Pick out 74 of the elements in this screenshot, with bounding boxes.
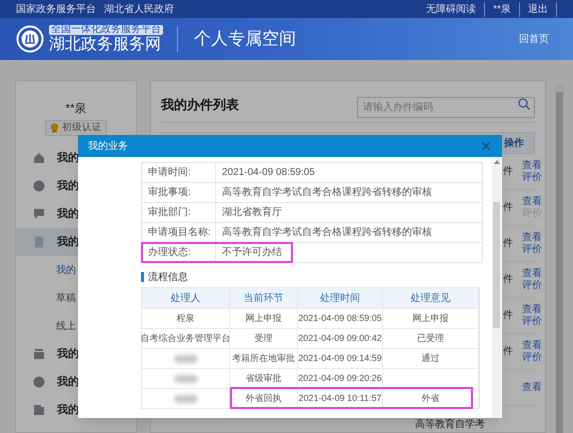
top-link[interactable]: 国家政务服务平台	[16, 2, 96, 16]
table-cell-text: 件	[503, 345, 513, 359]
top-link[interactable]: 退出	[528, 2, 557, 16]
field-label: 申请时间:	[142, 163, 216, 182]
modal-title: 我的业务	[88, 140, 128, 154]
table-cell: 已受理	[383, 329, 479, 348]
action-link[interactable]: 评价	[522, 244, 542, 256]
field-label: 审批部门:	[142, 203, 216, 222]
table-cell-text: 件	[503, 237, 513, 251]
scrollbar[interactable]	[555, 84, 564, 433]
action-link[interactable]: 查看	[522, 304, 542, 316]
column-header: 当前环节	[230, 288, 298, 308]
table-cell: 2021-04-09 09:14:59	[298, 349, 383, 368]
table-cell: 2021-04-09 08:59:05	[298, 309, 383, 328]
table-cell: 省级审批	[230, 369, 298, 388]
table-cell-text: 件	[503, 273, 513, 287]
table-cell: 网上申报	[230, 309, 298, 328]
section-heading: 流程信息	[148, 270, 188, 284]
list-title: 我的办件列表	[161, 96, 239, 114]
action-link[interactable]: 查看	[522, 340, 542, 352]
column-header: 处理时间	[298, 288, 383, 308]
field-value: 2021-04-09 08:59:05	[221, 166, 315, 180]
action-link[interactable]: 评价	[522, 172, 542, 184]
table-cell: 2021-04-09 09:20:26	[298, 369, 383, 388]
action-link[interactable]: 查看	[522, 232, 542, 244]
column-header: 处理意见	[383, 288, 479, 308]
action-link[interactable]: 查看	[522, 196, 542, 208]
search-field[interactable]: 请输入办件编码	[357, 97, 535, 118]
column-header: 处理人	[142, 288, 230, 308]
field-label: 申请项目名称:	[142, 223, 216, 242]
action-link[interactable]: 查看	[522, 160, 542, 172]
house-icon	[33, 152, 45, 164]
section-title: 个人专属空间	[194, 28, 296, 50]
user-name: **泉	[64, 100, 88, 117]
table-cell: 程泉	[142, 309, 230, 328]
table-cell-text: 件	[503, 309, 513, 323]
top-link[interactable]: 湖北省人民政府	[104, 2, 174, 16]
site-name: 湖北政务服务网	[49, 37, 162, 53]
action-link[interactable]: 查看	[522, 382, 542, 394]
field-label: 办理状态:	[142, 243, 216, 262]
field-value: 湖北省教育厅	[221, 206, 282, 220]
platform-tag: 全国一体化政务服务平台	[49, 25, 163, 35]
search-icon[interactable]	[518, 98, 530, 110]
table-cell: 自考综合业务管理平台	[142, 329, 230, 348]
table-cell: 通过	[383, 349, 479, 368]
table-cell: 2021-04-09 09:00:42	[298, 329, 383, 348]
scroll-up-icon[interactable]	[494, 160, 500, 164]
table-cell-text: 高等教育自学考	[415, 418, 485, 432]
table-cell: 考籍所在地审批	[230, 349, 298, 368]
document-icon	[33, 236, 45, 248]
table-cell: 网上申报	[383, 309, 479, 328]
table-cell-text: 件	[503, 165, 513, 179]
table-cell: 受理	[230, 329, 298, 348]
action-link[interactable]: 评价	[522, 280, 542, 292]
emblem-icon	[16, 25, 44, 53]
table-cell-text: 件	[503, 201, 513, 215]
action-link[interactable]: 评价	[522, 316, 542, 328]
column-header: 操作	[504, 136, 524, 150]
comment-icon	[33, 208, 45, 220]
field-label: 审批事项:	[142, 183, 216, 202]
action-link[interactable]: 评价	[522, 352, 542, 364]
scrollbar[interactable]	[492, 157, 501, 418]
certification-badge: 初级认证	[45, 120, 107, 136]
home-link[interactable]: 回首页	[519, 32, 549, 46]
field-value: 不予许可办结	[221, 246, 282, 260]
field-value: 高等教育自学考试自考合格课程跨省转移的审核	[221, 186, 432, 200]
field-value: 高等教育自学考试自考合格课程跨省转移的审核	[221, 226, 432, 240]
box-icon	[33, 348, 45, 360]
folder-icon	[33, 404, 45, 416]
close-icon[interactable]	[482, 142, 490, 150]
medal-icon	[50, 123, 59, 133]
top-link[interactable]: 无障碍阅读	[426, 2, 486, 16]
top-link[interactable]: **泉	[493, 2, 520, 16]
action-link[interactable]: 查看	[522, 268, 542, 280]
